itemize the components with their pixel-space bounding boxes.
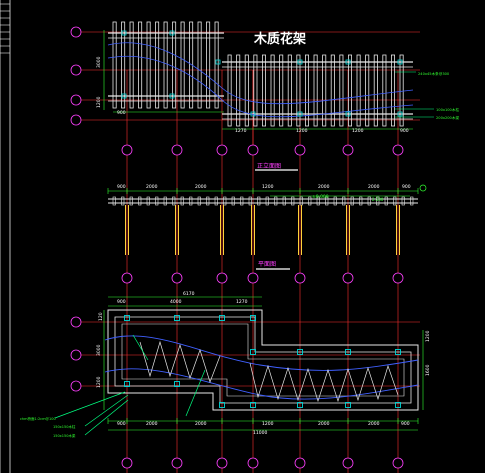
axis-bubble <box>294 457 306 469</box>
bottom-plan-dim-left: 1200 <box>96 376 102 388</box>
drawing-title: 木质花架 <box>253 31 306 47</box>
bottom-plan-dim-right: 1200 <box>425 330 431 342</box>
cad-drawing: 木质花架 正立面图 平面图 900 1270 1200 1200 900 300… <box>0 0 485 473</box>
axis-bubble <box>121 144 133 156</box>
bottom-plan-dim-bottom: 900 <box>117 421 126 427</box>
bottom-plan-dim-bottom: 1200 <box>262 421 274 427</box>
axis-bubble <box>216 457 228 469</box>
bottom-plan-dim-left: 120 <box>98 312 104 321</box>
axis-bubble <box>70 26 82 38</box>
plan-label: 平面图 <box>258 261 276 268</box>
top-plan-note: 100x100木柱 <box>436 107 459 112</box>
top-plan-dim-left: 3000 <box>96 56 102 68</box>
elevation-note: 2.500 <box>372 197 384 202</box>
top-plan-dim-bottom: 1200 <box>352 128 364 134</box>
elevation-dim: 2000 <box>318 184 330 190</box>
elevation-label: 正立面图 <box>257 162 281 170</box>
axis-bubble <box>121 272 133 284</box>
axis-bubble <box>171 457 183 469</box>
bottom-plan-dim-bottom: 2000 <box>195 421 207 427</box>
bottom-plan-dim-bottom: 2000 <box>318 421 330 427</box>
elevation-dim: 2000 <box>368 184 380 190</box>
axis-bubble <box>247 272 259 284</box>
elevation-dim: 2000 <box>195 184 207 190</box>
axis-bubble <box>392 457 404 469</box>
axis-bubble <box>342 144 354 156</box>
bottom-plan-note: 150x150木柱 <box>53 424 76 429</box>
axis-bubble <box>247 144 259 156</box>
axis-bubble <box>70 64 82 76</box>
top-plan-note: 200x200木梁 <box>436 115 459 120</box>
axis-bubble <box>70 349 82 361</box>
top-plan-note: 240x45木条@300 <box>418 71 450 76</box>
axis-bubble <box>216 272 228 284</box>
axis-bubble <box>121 457 133 469</box>
axis-bubble <box>247 457 259 469</box>
axis-bubble <box>70 94 82 106</box>
bottom-plan-dim-bottom-total: 11000 <box>253 430 267 436</box>
axis-bubble <box>294 272 306 284</box>
axis-bubble <box>342 457 354 469</box>
axis-bubble <box>216 144 228 156</box>
elevation-dim: 2000 <box>146 184 158 190</box>
elevation-dim: 1200 <box>262 184 274 190</box>
bottom-plan-dim-top: 1270 <box>236 299 248 305</box>
axis-bubble <box>342 272 354 284</box>
bottom-plan-dim-top: 4000 <box>170 299 182 305</box>
axis-bubble <box>70 114 82 126</box>
bottom-plan-dim-right: 1600 <box>425 364 431 376</box>
elevation-dim: 900 <box>402 184 411 190</box>
bottom-plan-dim-top-total: 6170 <box>183 291 195 297</box>
top-plan-dim-bottom: 900 <box>117 110 126 116</box>
top-plan-dim-bottom: 900 <box>400 128 409 134</box>
top-plan-dim-left: 1200 <box>96 96 102 108</box>
elevation-level-mark: ±0.000 <box>312 194 329 200</box>
bottom-plan-dim-bottom: 2000 <box>146 421 158 427</box>
bottom-plan-note: chm桥面1:2cm@100 <box>20 416 56 421</box>
bottom-plan-note: 150x150木梁 <box>53 433 76 438</box>
axis-bubble <box>171 272 183 284</box>
bottom-plan-dim-left: 3000 <box>96 344 102 356</box>
top-plan-dim-bottom: 1200 <box>296 128 308 134</box>
bottom-plan-dim-bottom: 2000 <box>368 421 380 427</box>
elevation-dim: 900 <box>117 184 126 190</box>
axis-bubble <box>392 272 404 284</box>
axis-bubble <box>70 316 82 328</box>
axis-bubble <box>392 144 404 156</box>
axis-bubble <box>70 380 82 392</box>
top-plan-dim-bottom: 1270 <box>235 128 247 134</box>
axis-bubble <box>294 144 306 156</box>
axis-bubble <box>171 144 183 156</box>
bottom-plan-dim-bottom: 900 <box>401 421 410 427</box>
bottom-plan-dim-top: 900 <box>117 299 126 305</box>
